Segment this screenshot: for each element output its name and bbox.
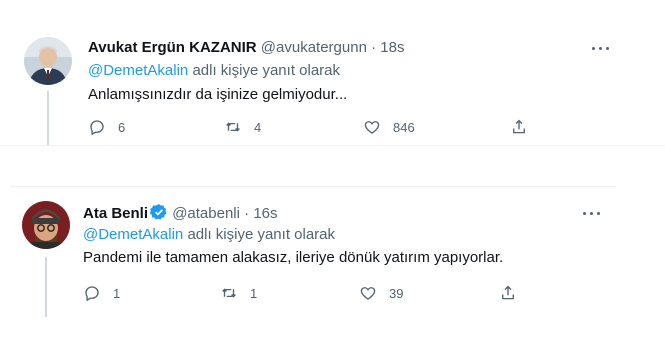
tweet-header: Ata Benli @atabenli · 16s <box>83 203 278 224</box>
tweet-text: Pandemi ile tamamen alakasız, ileriye dö… <box>83 249 504 266</box>
tweet-header: Avukat Ergün KAZANIR @avukatergunn · 18s <box>88 38 404 58</box>
retweet-button[interactable]: 1 <box>220 283 257 303</box>
author-handle[interactable]: @avukatergunn <box>261 39 367 56</box>
reply-icon <box>85 286 99 302</box>
reply-count: 1 <box>113 285 121 301</box>
reply-count: 6 <box>118 119 126 135</box>
retweet-icon <box>226 122 240 132</box>
timestamp[interactable]: 18s <box>380 39 404 56</box>
feed-separator <box>0 145 665 187</box>
like-count: 846 <box>393 119 415 135</box>
reply-context-text: adlı kişiye yanıt olarak <box>192 62 341 79</box>
tweet-card[interactable]: Ata Benli @atabenli · 16s @DemetAkalin a… <box>10 186 616 317</box>
like-count: 39 <box>389 285 404 301</box>
thread-line <box>47 91 49 145</box>
reply-mention-link[interactable]: @DemetAkalin <box>83 226 183 243</box>
more-icon[interactable] <box>580 203 604 223</box>
share-button[interactable] <box>510 117 528 137</box>
reply-mention-link[interactable]: @DemetAkalin <box>88 62 188 79</box>
avatar[interactable] <box>24 37 72 85</box>
author-handle[interactable]: @atabenli <box>172 205 240 222</box>
author-name[interactable]: Ata Benli <box>83 205 148 222</box>
like-button[interactable]: 39 <box>359 283 403 303</box>
retweet-count: 4 <box>254 119 262 135</box>
share-icon <box>513 119 525 134</box>
retweet-button[interactable]: 4 <box>224 117 261 137</box>
separator-dot: · <box>371 39 377 56</box>
reply-context: @DemetAkalin adlı kişiye yanıt olarak <box>83 225 335 245</box>
retweet-count: 1 <box>250 285 258 301</box>
more-icon[interactable] <box>589 38 613 58</box>
reply-icon <box>90 120 104 136</box>
tweet-card[interactable]: Avukat Ergün KAZANIR @avukatergunn · 18s… <box>19 25 617 145</box>
author-name[interactable]: Avukat Ergün KAZANIR <box>88 39 257 56</box>
separator-dot: · <box>244 205 250 222</box>
timestamp[interactable]: 16s <box>253 205 277 222</box>
verified-badge-icon <box>150 204 167 220</box>
like-icon <box>360 287 376 300</box>
like-icon <box>364 121 380 134</box>
tweet-text: Anlamışsınızdır da işinize gelmiyodur... <box>88 86 348 103</box>
share-icon <box>502 285 514 300</box>
reply-context-text: adlı kişiye yanıt olarak <box>187 226 336 243</box>
avatar[interactable] <box>22 201 70 249</box>
reply-button[interactable]: 1 <box>83 283 120 303</box>
share-button[interactable] <box>499 283 517 303</box>
thread-line <box>45 257 47 317</box>
reply-button[interactable]: 6 <box>88 117 125 137</box>
retweet-icon <box>222 288 236 298</box>
like-button[interactable]: 846 <box>363 117 415 137</box>
reply-context: @DemetAkalin adlı kişiye yanıt olarak <box>88 61 340 81</box>
